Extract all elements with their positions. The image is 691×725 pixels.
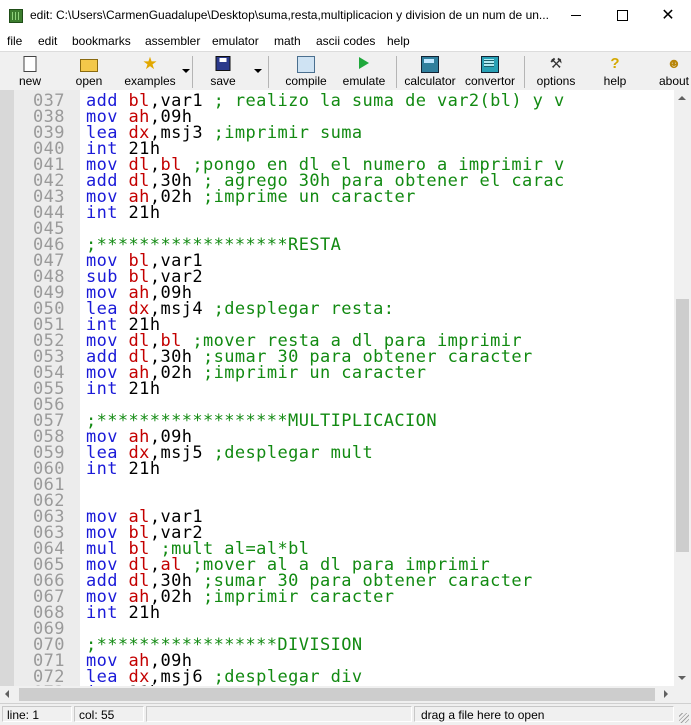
floppy-disk-icon bbox=[215, 56, 231, 71]
code-text[interactable]: int 21h bbox=[86, 203, 161, 223]
menu-assembler[interactable]: assembler bbox=[145, 34, 200, 48]
status-panel bbox=[146, 706, 412, 722]
code-token: 21h bbox=[128, 379, 161, 399]
open-button[interactable]: open bbox=[62, 52, 116, 90]
code-token: ;imprimir suma bbox=[213, 123, 363, 143]
resize-grip-icon[interactable] bbox=[679, 713, 689, 723]
options-button[interactable]: ⚒ options bbox=[530, 52, 582, 90]
status-column: col: 55 bbox=[74, 706, 144, 722]
close-button[interactable]: ✕ bbox=[645, 0, 691, 31]
star-icon: ★ bbox=[142, 54, 158, 73]
scrollbar-corner bbox=[674, 686, 691, 703]
menu-ascii-codes[interactable]: ascii codes bbox=[316, 34, 375, 48]
toolbar-separator bbox=[192, 56, 193, 88]
code-text[interactable]: int 21h bbox=[86, 603, 161, 623]
compile-icon bbox=[297, 56, 315, 73]
code-token: 21h bbox=[128, 203, 161, 223]
new-file-icon bbox=[23, 56, 37, 72]
code-token: ;imprime un caracter bbox=[203, 187, 416, 207]
folder-open-icon bbox=[80, 59, 98, 72]
menu-edit[interactable]: edit bbox=[38, 34, 57, 48]
code-token: 21h bbox=[128, 603, 161, 623]
window-title: edit: C:\Users\CarmenGuadalupe\Desktop\s… bbox=[30, 8, 549, 22]
code-token: ;desplegar mult bbox=[213, 443, 374, 463]
status-bar: line: 1 col: 55 drag a file here to open bbox=[0, 703, 691, 725]
scroll-left-arrow-icon[interactable] bbox=[0, 686, 17, 703]
code-token: int bbox=[86, 459, 129, 479]
toolbar-separator bbox=[396, 56, 397, 88]
code-editor[interactable]: 037 add bl,var1 ; realizo la suma de var2… bbox=[0, 90, 674, 686]
menu-math[interactable]: math bbox=[274, 34, 301, 48]
scroll-down-arrow-icon[interactable] bbox=[674, 669, 691, 686]
emulate-button[interactable]: emulate bbox=[338, 52, 390, 90]
help-button[interactable]: ? help bbox=[590, 52, 640, 90]
compile-button[interactable]: compile bbox=[278, 52, 334, 90]
info-icon: ☻ bbox=[666, 55, 682, 71]
menu-bar: file edit bookmarks assembler emulator m… bbox=[0, 31, 691, 51]
calculator-button[interactable]: calculator bbox=[400, 52, 460, 90]
code-token: ;imprimir un caracter bbox=[203, 363, 427, 383]
save-dropdown-arrow[interactable] bbox=[254, 69, 262, 73]
scroll-right-arrow-icon[interactable] bbox=[657, 686, 674, 703]
maximize-button[interactable] bbox=[599, 0, 645, 31]
code-token: ;desplegar div bbox=[213, 667, 363, 686]
vertical-scrollbar[interactable] bbox=[674, 90, 691, 686]
convertor-button[interactable]: convertor bbox=[462, 52, 518, 90]
horizontal-scrollbar[interactable] bbox=[0, 686, 674, 703]
tools-icon: ⚒ bbox=[549, 55, 563, 71]
toolbar: new open ★ examples save compile emulate… bbox=[0, 51, 691, 91]
code-text[interactable]: int 21h bbox=[86, 379, 161, 399]
horizontal-scroll-thumb[interactable] bbox=[19, 688, 655, 701]
status-drop-hint: drag a file here to open bbox=[414, 706, 674, 722]
code-token: ;desplegar resta: bbox=[213, 299, 395, 319]
vertical-scroll-thumb[interactable] bbox=[676, 298, 689, 552]
save-button[interactable]: save bbox=[198, 52, 248, 90]
code-token: ; realizo la suma de var2(bl) y v bbox=[213, 91, 565, 111]
title-bar: edit: C:\Users\CarmenGuadalupe\Desktop\s… bbox=[0, 0, 691, 32]
gutter-margin bbox=[0, 90, 14, 686]
code-token: int bbox=[86, 203, 129, 223]
convertor-icon bbox=[481, 56, 499, 73]
play-icon bbox=[359, 57, 369, 69]
code-token: int bbox=[86, 379, 129, 399]
code-token: 21h bbox=[128, 459, 161, 479]
status-line: line: 1 bbox=[2, 706, 72, 722]
toolbar-separator bbox=[524, 56, 525, 88]
menu-file[interactable]: file bbox=[7, 34, 22, 48]
examples-button[interactable]: ★ examples bbox=[122, 52, 178, 90]
app-icon bbox=[9, 9, 23, 23]
examples-dropdown-arrow[interactable] bbox=[182, 69, 190, 73]
new-button[interactable]: new bbox=[4, 52, 56, 90]
toolbar-separator bbox=[268, 56, 269, 88]
calculator-icon bbox=[421, 56, 439, 73]
question-icon: ? bbox=[610, 55, 620, 72]
code-text[interactable]: int 21h bbox=[86, 459, 161, 479]
menu-help[interactable]: help bbox=[387, 34, 410, 48]
minimize-button[interactable] bbox=[553, 0, 599, 31]
menu-bookmarks[interactable]: bookmarks bbox=[72, 34, 131, 48]
code-token: ;imprimir caracter bbox=[203, 587, 395, 607]
code-token: int bbox=[86, 603, 129, 623]
menu-emulator[interactable]: emulator bbox=[212, 34, 259, 48]
scroll-up-arrow-icon[interactable] bbox=[674, 90, 691, 107]
about-button[interactable]: ☻ about bbox=[651, 52, 691, 90]
